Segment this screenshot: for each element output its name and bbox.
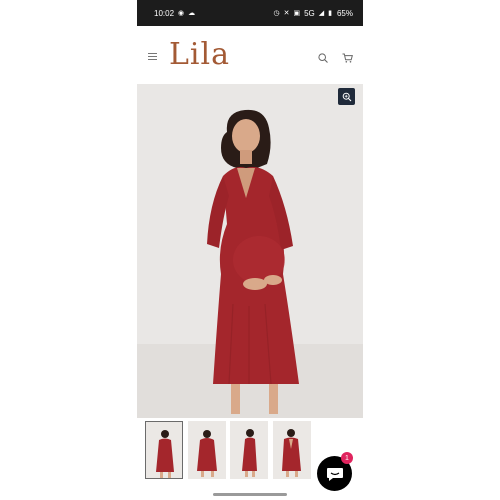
status-right: ◷ ✕ ▣ 5G ◢ ▮ 65% [273, 9, 353, 18]
menu-icon[interactable] [148, 53, 157, 60]
cart-icon[interactable] [342, 53, 353, 63]
status-bar: 10:02 ◉ ☁ ◷ ✕ ▣ 5G ◢ ▮ 65% [137, 0, 363, 26]
whatsapp-icon: ◉ [178, 9, 185, 17]
battery-percent: 65% [336, 8, 353, 18]
phone-screen: 10:02 ◉ ☁ ◷ ✕ ▣ 5G ◢ ▮ 65% Lila 1 [137, 0, 363, 500]
thumbnail-3[interactable] [230, 421, 268, 479]
mute-icon: ✕ [283, 9, 290, 17]
thumbnail-4[interactable] [273, 421, 311, 479]
zoom-button[interactable] [338, 88, 355, 105]
thumbnail-1[interactable] [145, 421, 183, 479]
search-icon[interactable] [318, 53, 328, 63]
thumbnail-image [146, 422, 182, 478]
network-type: 5G [304, 8, 315, 18]
site-header: Lila [137, 26, 363, 84]
chat-bubble-icon [326, 467, 343, 481]
model-photo [137, 84, 363, 418]
alarm-icon: ◷ [273, 9, 280, 17]
nfc-icon: ▣ [293, 9, 301, 17]
signal-icon: ◢ [318, 9, 325, 17]
thumbnail-image [188, 421, 226, 479]
battery-icon: ▮ [328, 9, 332, 17]
thumbnail-image [230, 421, 268, 479]
product-main-image[interactable] [137, 84, 363, 418]
brand-logo[interactable]: Lila [169, 40, 230, 70]
chat-notification-badge: 1 [341, 452, 353, 464]
status-left: 10:02 ◉ ☁ [154, 9, 195, 18]
cloud-icon: ☁ [188, 9, 196, 17]
status-time: 10:02 [154, 8, 175, 18]
zoom-in-icon [342, 92, 351, 101]
gesture-home-bar[interactable] [213, 493, 287, 496]
thumbnail-image [273, 421, 311, 479]
thumbnail-2[interactable] [188, 421, 226, 479]
